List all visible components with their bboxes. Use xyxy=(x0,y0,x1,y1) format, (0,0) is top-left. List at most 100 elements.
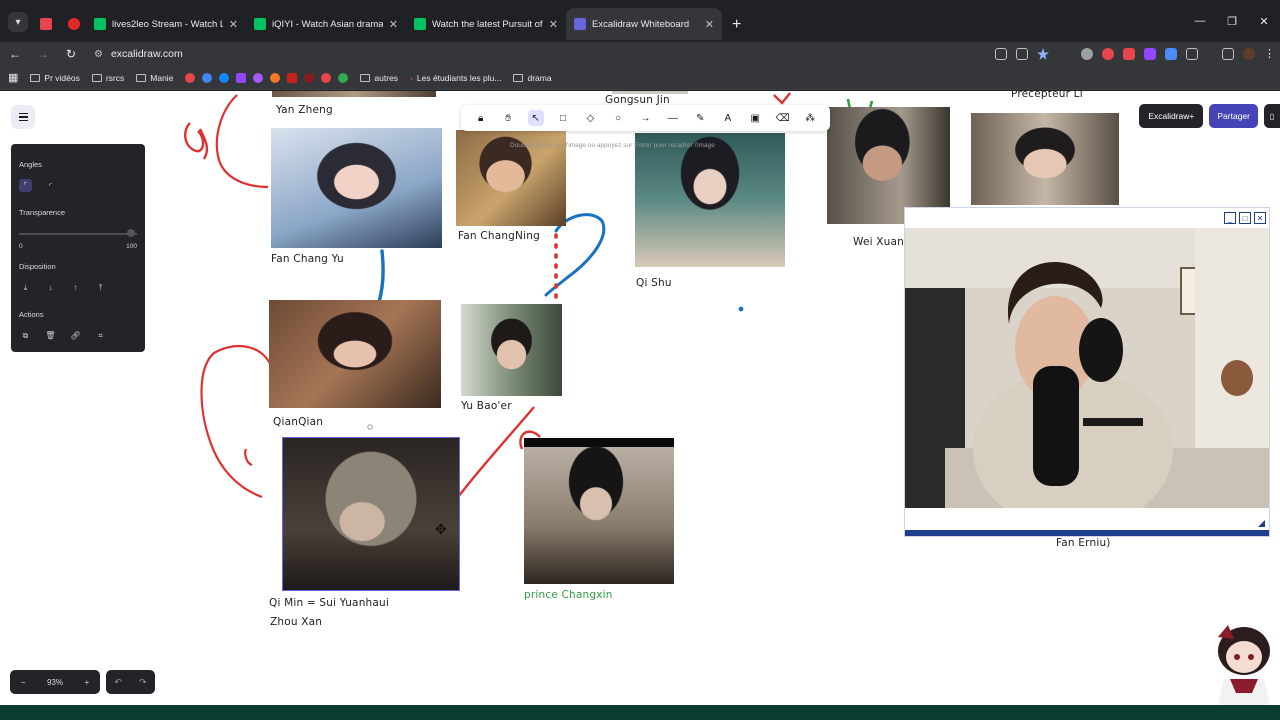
duplicate-icon[interactable]: ⧉ xyxy=(19,329,32,342)
sharp-corners-icon[interactable]: ⌜ xyxy=(19,179,32,192)
back-icon[interactable]: ← xyxy=(8,47,22,61)
tab-pinned-2[interactable] xyxy=(60,8,86,40)
redo-icon[interactable]: ↷ xyxy=(139,677,147,688)
webcam-overlay-window[interactable]: _ □ ✕ xyxy=(904,207,1270,537)
reading-list-icon[interactable] xyxy=(1222,48,1234,60)
bookmark-folder-drama[interactable]: drama xyxy=(513,73,552,83)
arrow-icon[interactable]: → xyxy=(637,110,653,126)
transparency-slider[interactable] xyxy=(19,227,137,239)
bookmark-red-icon[interactable] xyxy=(185,72,196,83)
tab-excalidraw[interactable]: Excalidraw Whiteboard ✕ xyxy=(566,8,722,40)
excalidraw-plus-button[interactable]: Excalidraw+ xyxy=(1139,104,1204,128)
extension-red-icon[interactable] xyxy=(1102,48,1114,60)
extensions-puzzle-icon[interactable] xyxy=(1186,48,1198,60)
bookmark-mail-icon[interactable] xyxy=(287,72,298,83)
ellipse-icon[interactable]: ○ xyxy=(610,110,626,126)
bookmark-bluesky-icon[interactable] xyxy=(219,72,230,83)
reload-icon[interactable]: ↻ xyxy=(64,47,78,61)
tab-pinned-1[interactable] xyxy=(32,8,60,40)
label-fan-chang-yu[interactable]: Fan Chang Yu xyxy=(271,253,344,265)
apps-grid-icon[interactable]: ▦ xyxy=(8,71,18,84)
site-info-icon[interactable]: ⚙ xyxy=(94,49,103,60)
pencil-icon[interactable]: ✎ xyxy=(692,110,708,126)
bookmark-darkred-icon[interactable] xyxy=(304,72,315,83)
zoom-in-icon[interactable]: + xyxy=(85,678,90,687)
photo-fan-chang-yu[interactable] xyxy=(271,128,442,248)
bookmark-violet-icon[interactable] xyxy=(253,72,264,83)
bookmark-blue-icon[interactable] xyxy=(202,72,213,83)
send-to-back-icon[interactable]: ⤓ xyxy=(19,281,32,294)
photo-qianqian[interactable] xyxy=(269,300,441,408)
profile-avatar[interactable] xyxy=(1243,48,1255,60)
close-icon[interactable]: ✕ xyxy=(229,18,238,31)
slider-knob[interactable] xyxy=(127,229,135,237)
photo-prince-changxin[interactable] xyxy=(524,438,674,584)
tab-iqiyi[interactable]: iQIYI - Watch Asian dramas sho ✕ xyxy=(246,8,406,40)
close-window-icon[interactable]: ✕ xyxy=(1248,15,1280,28)
send-backward-icon[interactable]: ↓ xyxy=(44,281,57,294)
minimize-icon[interactable]: _ xyxy=(1224,212,1236,224)
address-bar[interactable]: ⚙ excalidraw.com xyxy=(92,43,981,65)
label-qianqian[interactable]: QianQian xyxy=(273,416,323,428)
bring-forward-icon[interactable]: ↑ xyxy=(69,281,82,294)
extension-blue-icon[interactable] xyxy=(1165,48,1177,60)
diamond-icon[interactable]: ◇ xyxy=(583,110,599,126)
excalidraw-canvas[interactable]: ✥ Yan Zheng Gongsun Jin Precepteur Li Fa… xyxy=(0,91,1280,705)
share-button[interactable]: Partager xyxy=(1209,104,1258,128)
zoom-out-icon[interactable]: − xyxy=(21,678,26,687)
close-icon[interactable]: ✕ xyxy=(389,18,398,31)
bookmark-orange-icon[interactable] xyxy=(270,72,281,83)
label-zhou-xan[interactable]: Zhou Xan xyxy=(270,616,322,628)
bookmark-folder-pr-videos[interactable]: Pr vidéos xyxy=(30,73,80,83)
rectangle-icon[interactable]: □ xyxy=(555,110,571,126)
kebab-menu-icon[interactable]: ⋮ xyxy=(1264,48,1275,60)
close-icon[interactable]: ✕ xyxy=(1254,212,1266,224)
minimize-icon[interactable]: — xyxy=(1184,15,1216,27)
photo-yu-baoer[interactable] xyxy=(461,304,562,396)
forward-icon[interactable]: → xyxy=(36,47,50,61)
bookmark-folder-manie[interactable]: Manie xyxy=(136,73,173,83)
main-menu-button[interactable] xyxy=(11,105,35,129)
star-icon[interactable] xyxy=(1037,48,1049,60)
bookmark-folder-autres[interactable]: autres xyxy=(360,73,398,83)
label-fan-erniu[interactable]: Fan Erniu) xyxy=(1056,537,1111,549)
tab-search-icon[interactable]: ▾ xyxy=(8,12,28,32)
bookmark-maps-icon[interactable] xyxy=(338,72,349,83)
image-icon[interactable]: ▣ xyxy=(747,110,763,126)
eraser-icon[interactable]: ⌫ xyxy=(775,110,791,126)
link-icon[interactable]: 🔗︎ xyxy=(69,329,82,342)
label-precepteur-li[interactable]: Precepteur Li xyxy=(1011,91,1083,100)
photo-yan-zheng-partial[interactable] xyxy=(272,91,436,97)
more-tools-icon[interactable]: ⁂ xyxy=(802,110,818,126)
line-icon[interactable]: — xyxy=(665,110,681,126)
close-icon[interactable]: ✕ xyxy=(705,18,714,31)
text-icon[interactable]: A xyxy=(720,110,736,126)
selection-icon[interactable]: ↖ xyxy=(527,110,544,126)
close-icon[interactable]: ✕ xyxy=(549,18,558,31)
resize-grip-icon[interactable] xyxy=(1258,520,1265,527)
extension-glasses-icon[interactable] xyxy=(1081,48,1093,60)
label-wei-xuan[interactable]: Wei Xuan xyxy=(853,236,904,248)
new-tab-icon[interactable]: + xyxy=(732,16,741,34)
undo-icon[interactable]: ↶ xyxy=(114,677,122,688)
tab-pursuit-of-jade[interactable]: Watch the latest Pursuit of Jade ✕ xyxy=(406,8,566,40)
round-corners-icon[interactable]: ◜ xyxy=(44,179,57,192)
photo-qi-min-selected[interactable]: ✥ xyxy=(282,437,460,591)
label-qi-shu[interactable]: Qi Shu xyxy=(636,277,672,289)
label-prince-changxin[interactable]: prince Changxin xyxy=(524,589,613,601)
bookmark-pinkred-icon[interactable] xyxy=(321,72,332,83)
maximize-icon[interactable]: □ xyxy=(1239,212,1251,224)
hand-icon[interactable]: ✋︎ xyxy=(500,110,516,126)
photo-precepteur-li[interactable] xyxy=(971,113,1119,205)
sidebar-toggle-icon[interactable]: ▯ xyxy=(1264,104,1280,128)
maximize-icon[interactable]: ❐ xyxy=(1216,15,1248,28)
install-icon[interactable] xyxy=(1016,48,1028,60)
label-yan-zheng[interactable]: Yan Zheng xyxy=(276,104,333,116)
extension-purple-icon[interactable] xyxy=(1144,48,1156,60)
extension-abp-icon[interactable] xyxy=(1123,48,1135,60)
bookmark-etudiants[interactable]: › Les étudiants les plu... xyxy=(410,73,501,83)
label-fan-changning[interactable]: Fan ChangNing xyxy=(458,230,540,242)
zoom-level[interactable]: 93% xyxy=(47,678,63,687)
tab-lives2leo[interactable]: lives2leo Stream - Watch Live o ✕ xyxy=(86,8,246,40)
crop-icon[interactable]: ⌗ xyxy=(94,329,107,342)
